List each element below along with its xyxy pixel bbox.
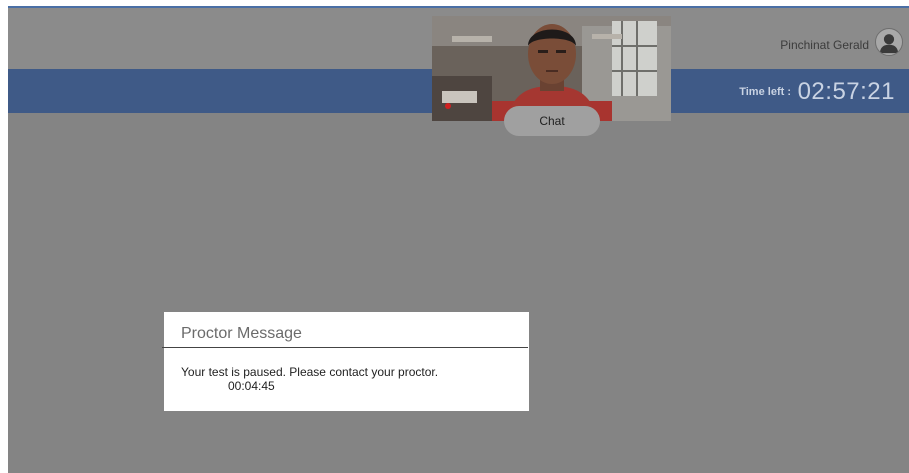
- pause-countdown: 00:04:45: [228, 379, 275, 393]
- app-window: Pinchinat Gerald Time left : 02:57:21 Ch…: [8, 6, 909, 473]
- dialog-divider: [162, 347, 528, 348]
- user-avatar-icon[interactable]: [875, 28, 903, 56]
- time-left-label: Time left :: [739, 86, 791, 98]
- dialog-title: Proctor Message: [181, 325, 302, 342]
- proctor-message-dialog: Proctor Message Your test is paused. Ple…: [162, 312, 529, 411]
- time-left-value: 02:57:21: [797, 78, 895, 105]
- dialog-message: Your test is paused. Please contact your…: [181, 365, 439, 379]
- user-name[interactable]: Pinchinat Gerald: [780, 38, 869, 52]
- chat-button[interactable]: Chat: [504, 106, 600, 136]
